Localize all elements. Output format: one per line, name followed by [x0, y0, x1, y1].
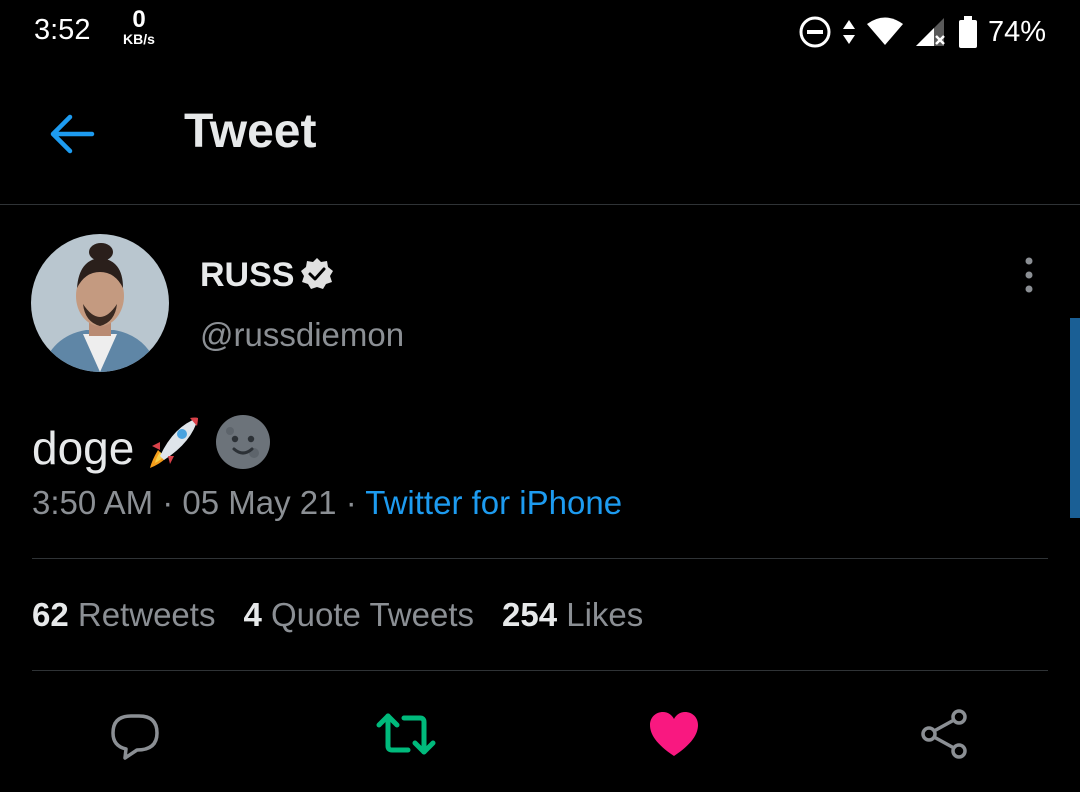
- battery-icon: [958, 16, 977, 48]
- quote-tweets-label: Quote Tweets: [270, 596, 474, 633]
- quote-tweets-count: 4: [243, 596, 262, 633]
- do-not-disturb-icon: [799, 16, 831, 48]
- avatar-photo: [31, 234, 169, 372]
- retweets-label: Retweets: [77, 596, 216, 633]
- data-arrows-icon: [842, 20, 855, 44]
- author-handle[interactable]: @russdiemon: [200, 316, 404, 354]
- retweets-count: 62: [32, 596, 69, 633]
- top-app-bar: Tweet: [0, 64, 1080, 205]
- divider: [32, 670, 1048, 671]
- verified-badge-icon: [301, 258, 333, 289]
- tweet-date: 05 May 21: [182, 484, 337, 521]
- battery-percent: 74%: [987, 15, 1046, 48]
- meta-separator: ·: [345, 484, 357, 521]
- meta-separator: ·: [162, 484, 174, 521]
- status-bar: 3:52 0 KB/s 74%: [0, 0, 1080, 64]
- more-options-button[interactable]: [1012, 255, 1046, 295]
- tweet-source-link[interactable]: Twitter for iPhone: [365, 484, 622, 521]
- page-title: Tweet: [184, 105, 317, 158]
- status-icons: 74%: [798, 12, 1046, 52]
- likes-label: Likes: [566, 596, 644, 633]
- share-icon: [921, 709, 967, 759]
- status-time: 3:52: [34, 14, 91, 46]
- tweet-action-bar: [0, 700, 1080, 770]
- tweet-meta: 3:50 AM · 05 May 21 · Twitter for iPhone: [32, 484, 622, 522]
- share-button[interactable]: [916, 706, 972, 762]
- network-speed: 0 KB/s: [118, 6, 160, 47]
- like-icon: [650, 712, 698, 756]
- scrollbar-thumb[interactable]: [1070, 318, 1080, 518]
- new-moon-face-emoji: [214, 413, 272, 482]
- reply-icon: [111, 714, 159, 760]
- back-button[interactable]: [44, 106, 100, 162]
- quote-tweets-stat[interactable]: 4 Quote Tweets: [243, 596, 474, 633]
- avatar[interactable]: [31, 234, 169, 372]
- arrow-left-icon: [50, 114, 95, 154]
- wifi-icon: [866, 17, 903, 45]
- retweet-icon: [376, 713, 436, 755]
- cell-signal-icon: [915, 18, 945, 46]
- reply-button[interactable]: [107, 706, 163, 762]
- retweet-button[interactable]: [376, 706, 436, 762]
- tweet-stats: 62 Retweets 4 Quote Tweets 254 Likes: [32, 596, 643, 634]
- network-speed-value: 0: [132, 6, 146, 33]
- tweet-text: doge: [32, 412, 272, 483]
- network-speed-unit: KB/s: [123, 31, 155, 47]
- divider: [32, 558, 1048, 559]
- retweets-stat[interactable]: 62 Retweets: [32, 596, 215, 633]
- rocket-emoji: [144, 412, 204, 483]
- more-vertical-icon: [1025, 257, 1033, 293]
- tweet-time: 3:50 AM: [32, 484, 154, 521]
- likes-count: 254: [502, 596, 558, 633]
- author-name[interactable]: RUSS: [200, 256, 294, 295]
- like-button[interactable]: [646, 706, 702, 762]
- likes-stat[interactable]: 254 Likes: [502, 596, 643, 633]
- tweet-text-content: doge: [32, 421, 135, 474]
